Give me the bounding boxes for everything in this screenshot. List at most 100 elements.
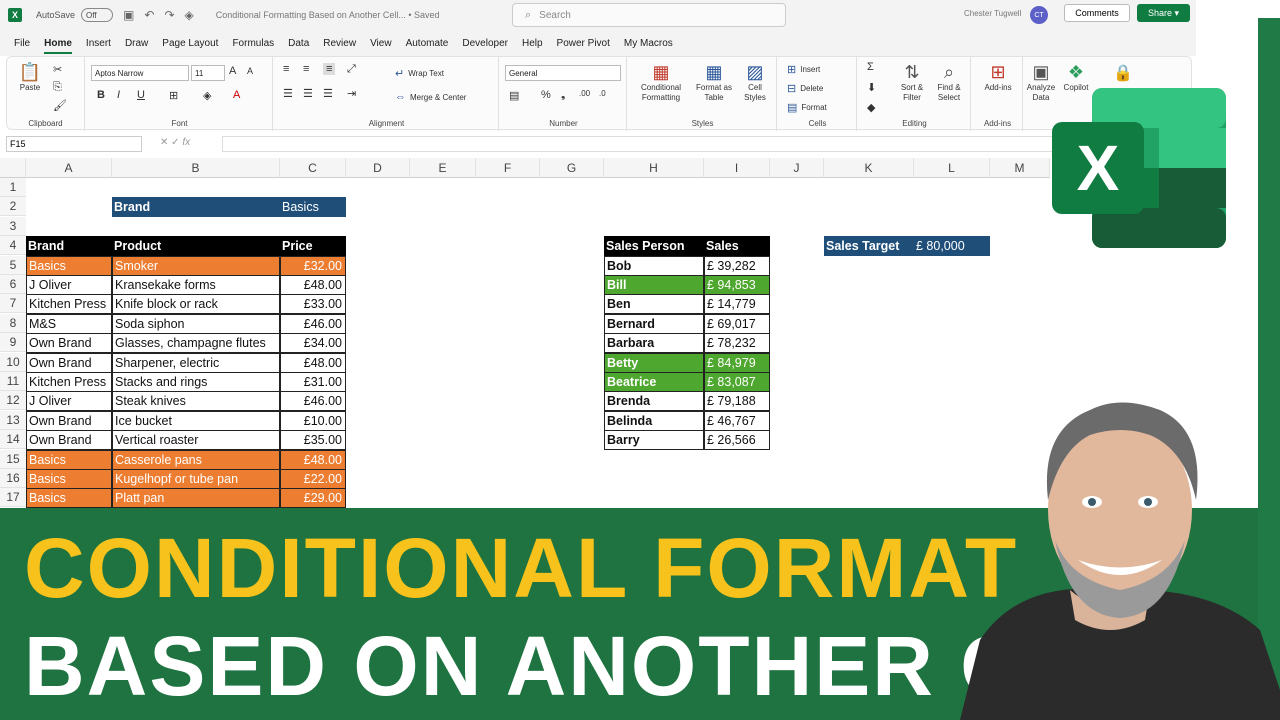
salesperson-cell[interactable]: Belinda [604, 410, 704, 431]
document-title[interactable]: Conditional Formatting Based on Another … [216, 10, 440, 20]
tab-my-macros[interactable]: My Macros [624, 38, 673, 49]
align-middle-icon[interactable]: ≡ [303, 63, 309, 75]
salesperson-cell[interactable]: Bernard [604, 313, 704, 334]
format-as-table-button[interactable]: ▦ Format as Table [693, 61, 735, 103]
criteria-value[interactable]: Basics [280, 197, 346, 218]
salesperson-cell[interactable]: Bill [604, 275, 704, 295]
salesperson-cell[interactable]: Barbara [604, 333, 704, 354]
column-header[interactable]: D [346, 158, 410, 178]
price-cell[interactable]: £31.00 [280, 372, 346, 392]
salesperson-cell[interactable]: Bob [604, 255, 704, 276]
price-cell[interactable]: £34.00 [280, 333, 346, 354]
tab-developer[interactable]: Developer [462, 38, 508, 49]
row-header[interactable]: 6 [0, 275, 26, 294]
price-cell[interactable]: £29.00 [280, 488, 346, 509]
cut-icon[interactable]: ✂ [53, 63, 62, 76]
product-cell[interactable]: Kransekake forms [112, 275, 280, 295]
brand-cell[interactable]: Own Brand [26, 430, 112, 451]
percent-icon[interactable]: % [541, 89, 551, 101]
tab-automate[interactable]: Automate [406, 38, 449, 49]
brand-cell[interactable]: J Oliver [26, 275, 112, 295]
number-format-select[interactable]: General [505, 65, 621, 81]
row-header[interactable]: 2 [0, 197, 26, 217]
product-cell[interactable]: Kugelhopf or tube pan [112, 469, 280, 489]
fill-color-icon[interactable]: ◈ [185, 8, 194, 22]
product-cell[interactable]: Smoker [112, 255, 280, 276]
row-header[interactable]: 10 [0, 352, 26, 372]
price-cell[interactable]: £10.00 [280, 410, 346, 431]
tab-file[interactable]: File [14, 38, 30, 49]
select-all-corner[interactable] [0, 158, 26, 178]
row-header[interactable]: 17 [0, 488, 26, 508]
sales-cell[interactable]: £ 26,566 [704, 430, 770, 451]
sales-cell[interactable]: £ 69,017 [704, 313, 770, 334]
brand-cell[interactable]: Basics [26, 449, 112, 470]
row-header[interactable]: 4 [0, 236, 26, 256]
row-header[interactable]: 11 [0, 372, 26, 391]
product-cell[interactable]: Knife block or rack [112, 294, 280, 315]
tab-data[interactable]: Data [288, 38, 309, 49]
merge-center-button[interactable]: ⇔ Merge & Center [395, 91, 466, 103]
column-header[interactable]: A [26, 158, 112, 178]
row-header[interactable]: 8 [0, 313, 26, 333]
find-select-button[interactable]: ⌕ Find & Select [931, 61, 967, 103]
formula-input[interactable] [222, 136, 1192, 152]
brand-cell[interactable]: J Oliver [26, 391, 112, 412]
price-cell[interactable]: £33.00 [280, 294, 346, 315]
product-cell[interactable]: Soda siphon [112, 313, 280, 334]
price-cell[interactable]: £35.00 [280, 430, 346, 451]
brand-cell[interactable]: Own Brand [26, 410, 112, 431]
align-bottom-icon[interactable]: ≡ [323, 63, 336, 75]
tab-home[interactable]: Home [44, 38, 72, 54]
align-center-icon[interactable]: ☰ [303, 87, 313, 100]
brand-cell[interactable]: Own Brand [26, 352, 112, 373]
conditional-formatting-button[interactable]: ▦ Conditional Formatting [633, 61, 689, 103]
tab-review[interactable]: Review [323, 38, 356, 49]
fill-bucket-icon[interactable]: ◈ [203, 89, 211, 102]
format-cells-button[interactable]: ▤ Format [787, 101, 827, 114]
italic-icon[interactable]: I [117, 89, 120, 101]
product-cell[interactable]: Sharpener, electric [112, 352, 280, 373]
salesperson-cell[interactable]: Beatrice [604, 372, 704, 392]
product-cell[interactable]: Ice bucket [112, 410, 280, 431]
price-cell[interactable]: £48.00 [280, 449, 346, 470]
borders-icon[interactable]: ⊞ [169, 89, 178, 102]
sales-cell[interactable]: £ 83,087 [704, 372, 770, 392]
comments-button[interactable]: Comments [1064, 4, 1130, 22]
row-header[interactable]: 3 [0, 216, 26, 236]
column-header[interactable]: M [990, 158, 1050, 178]
accounting-icon[interactable]: ▤ [509, 89, 519, 102]
row-header[interactable]: 12 [0, 391, 26, 411]
align-top-icon[interactable]: ≡ [283, 63, 289, 75]
wrap-text-button[interactable]: ↵ Wrap Text [395, 67, 444, 80]
sales-target-label[interactable]: Sales Target [824, 236, 914, 257]
table-header[interactable]: Price [280, 236, 346, 257]
product-cell[interactable]: Steak knives [112, 391, 280, 412]
format-painter-icon[interactable]: 🖌 [53, 99, 67, 112]
orientation-icon[interactable]: ⤢ [347, 63, 356, 76]
bold-icon[interactable]: B [97, 89, 105, 101]
align-left-icon[interactable]: ☰ [283, 87, 293, 100]
search-box[interactable]: ⌕ Search [512, 3, 786, 27]
increase-font-icon[interactable]: A [229, 65, 236, 77]
row-header[interactable]: 16 [0, 469, 26, 488]
fx-icon[interactable]: ✕ ✓ fx [160, 137, 190, 148]
decrease-font-icon[interactable]: A [247, 66, 253, 76]
table-header[interactable]: Product [112, 236, 280, 257]
column-header[interactable]: H [604, 158, 704, 178]
column-header[interactable]: E [410, 158, 476, 178]
row-header[interactable]: 14 [0, 430, 26, 450]
brand-cell[interactable]: Basics [26, 469, 112, 489]
name-box[interactable]: F15 [6, 136, 142, 152]
font-size-select[interactable]: 11 [191, 65, 225, 81]
row-header[interactable]: 1 [0, 178, 26, 197]
table-header[interactable]: Brand [26, 236, 112, 257]
row-header[interactable]: 9 [0, 333, 26, 353]
clear-icon[interactable]: ◆ [867, 101, 875, 114]
brand-cell[interactable]: M&S [26, 313, 112, 334]
price-cell[interactable]: £46.00 [280, 391, 346, 412]
increase-decimal-icon[interactable]: .00 [579, 89, 590, 98]
column-header[interactable]: L [914, 158, 990, 178]
sales-target-value[interactable]: £ 80,000 [914, 236, 990, 257]
sales-cell[interactable]: £ 46,767 [704, 410, 770, 431]
